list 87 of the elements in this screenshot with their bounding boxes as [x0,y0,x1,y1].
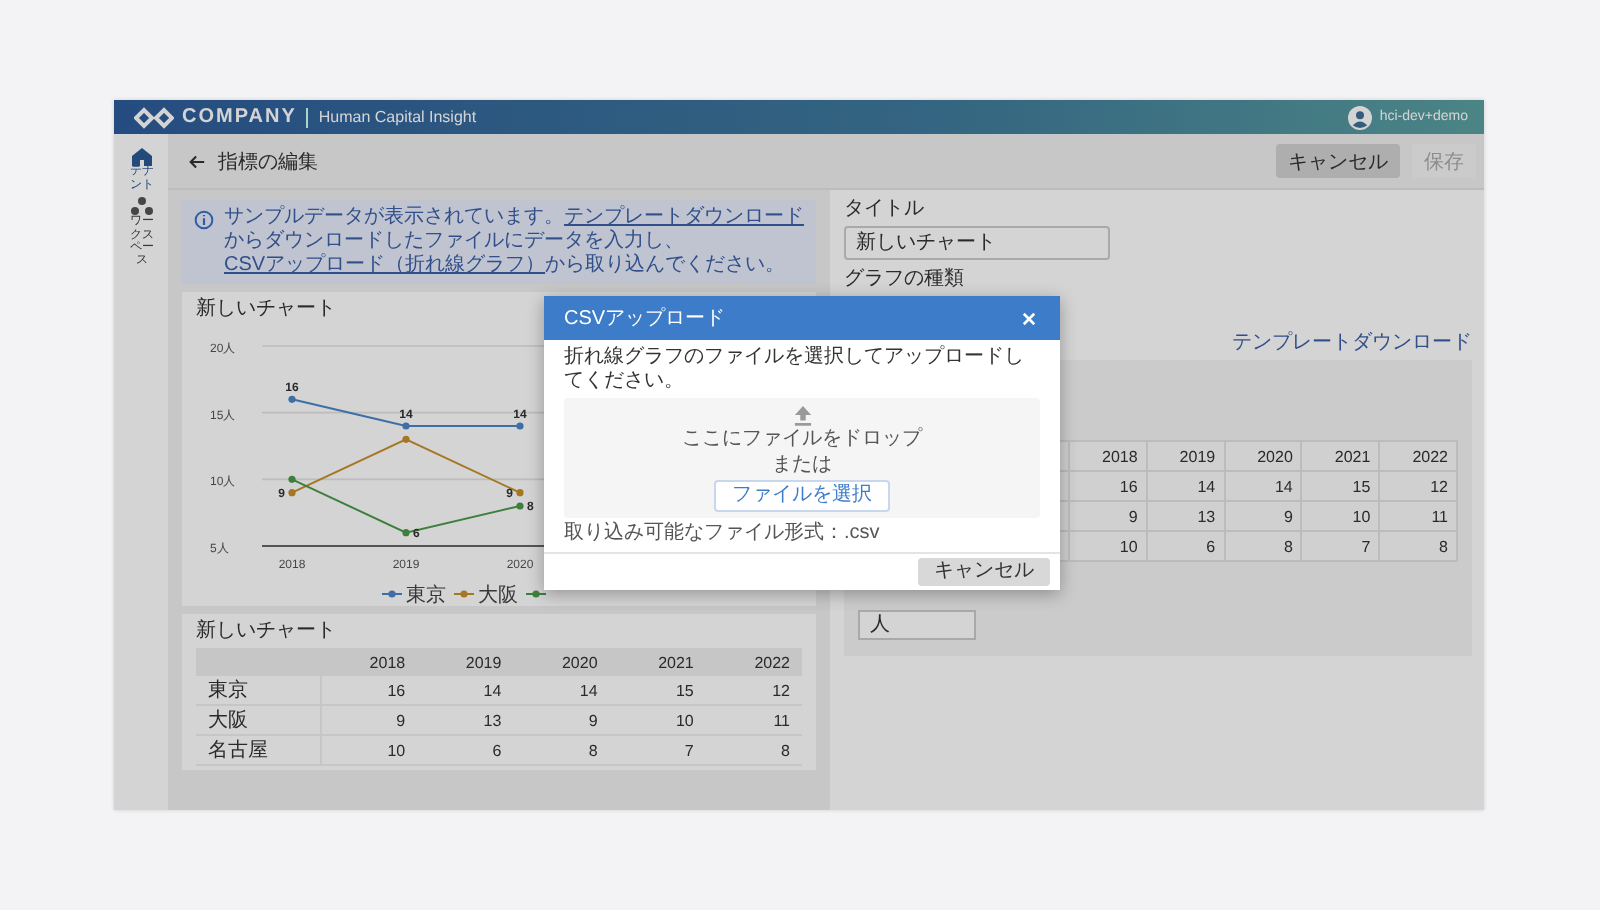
table-cell: 7 [1301,531,1380,561]
nodes-icon [129,196,153,216]
table-cell: 16 [321,676,418,705]
table-cell: 12 [1379,471,1457,501]
table-cell: 8 [1224,531,1302,561]
row-label: 大阪 [196,705,321,735]
cancel-button[interactable]: キャンセル [1276,144,1400,178]
table-cell: 13 [417,705,514,735]
table-cell: 9 [321,705,418,735]
upload-icon [793,404,811,426]
user-avatar-icon[interactable] [1347,105,1372,129]
page-title: 指標の編集 [218,149,318,175]
column-header: 2018 [1069,441,1147,471]
data-point [516,489,524,497]
banner-link[interactable]: テンプレートダウンロード [564,206,804,228]
legend-item[interactable]: 東京 [381,585,446,606]
data-point [516,422,524,430]
file-format-note: 取り込み可能なファイル形式：.csv [564,522,882,546]
legend-label: 東京 [406,583,446,607]
dialog-instruction: 折れ線グラフのファイルを選択してアップロードしてください。 [564,346,1026,394]
table-cell: 8 [513,735,610,765]
table-cell: 10 [1069,531,1147,561]
data-point [402,529,410,537]
table-cell: 9 [1224,501,1302,531]
column-header: 2020 [1224,441,1302,471]
logo-icon [134,105,174,129]
drop-text: ここにファイルをドロップ [682,428,922,452]
table-cell: 14 [417,676,514,705]
table-cell: 16 [1069,471,1147,501]
title-input[interactable]: 新しいチャート [844,226,1110,260]
table-cell: 15 [609,676,706,705]
data-point [288,395,296,403]
field-label: グラフの種類 [844,268,964,292]
data-point [516,502,524,510]
table-cell: 10 [609,705,706,735]
info-icon [194,210,214,230]
row-label: 東京 [196,676,321,705]
data-point [402,422,410,430]
table-cell: 10 [321,735,418,765]
company-logo: COMPANY [182,106,297,128]
table-cell: 11 [1379,501,1457,531]
table-cell: 14 [1146,471,1225,501]
dialog-title: CSVアップロード [564,305,726,332]
column-header: 2020 [513,648,610,676]
product-name: Human Capital Insight [318,108,477,126]
legend-item[interactable] [525,590,547,598]
column-header: 2021 [1301,441,1380,471]
legend-item[interactable]: 大阪 [453,585,518,606]
column-header: 2021 [609,648,706,676]
field-label: タイトル [844,198,924,222]
cancel-button[interactable]: キャンセル [918,558,1050,586]
table-cell: 6 [1146,531,1225,561]
table-cell: 11 [705,705,802,735]
table-cell: 13 [1146,501,1225,531]
table-cell: 9 [513,705,610,735]
banner-link[interactable]: CSVアップロード（折れ線グラフ） [224,254,546,276]
table-cell: 12 [705,676,802,705]
table-cell: 6 [417,735,514,765]
column-header: 2019 [1146,441,1225,471]
column-header: 2022 [705,648,802,676]
legend-label: 大阪 [478,583,518,607]
column-header: 2022 [1379,441,1457,471]
unit-input[interactable]: 人 [858,610,976,640]
data-point [288,489,296,497]
close-icon[interactable] [1022,311,1036,325]
table-cell: 14 [1224,471,1302,501]
info-message: サンプルデータが表示されています。テンプレートダウンロード からダウンロードしたファイルにデータを入力し、 CSVアップロード（折れ線グラフ）から取り込んでください。 [224,206,804,278]
card-title: 新しいチャート [196,620,336,644]
data-point [402,435,410,443]
card-title: 新しいチャート [196,298,336,322]
home-icon [129,146,153,166]
table-cell: 14 [513,676,610,705]
table-cell: 8 [705,735,802,765]
table-cell: 7 [609,735,706,765]
back-arrow-icon[interactable] [188,153,206,169]
table-cell: 10 [1301,501,1380,531]
table-cell: 8 [1379,531,1457,561]
column-header: 2019 [417,648,514,676]
select-file-button[interactable]: ファイルを選択 [714,480,890,512]
table-cell: 9 [1069,501,1147,531]
column-header: 2018 [321,648,418,676]
data-point [288,475,296,483]
drop-zone[interactable]: ここにファイルをドロップ または ファイルを選択 [564,398,1040,518]
template-download-link[interactable]: テンプレートダウンロード [1232,332,1472,356]
or-text: または [772,454,832,478]
table-cell: 15 [1301,471,1380,501]
row-label: 名古屋 [196,735,321,765]
